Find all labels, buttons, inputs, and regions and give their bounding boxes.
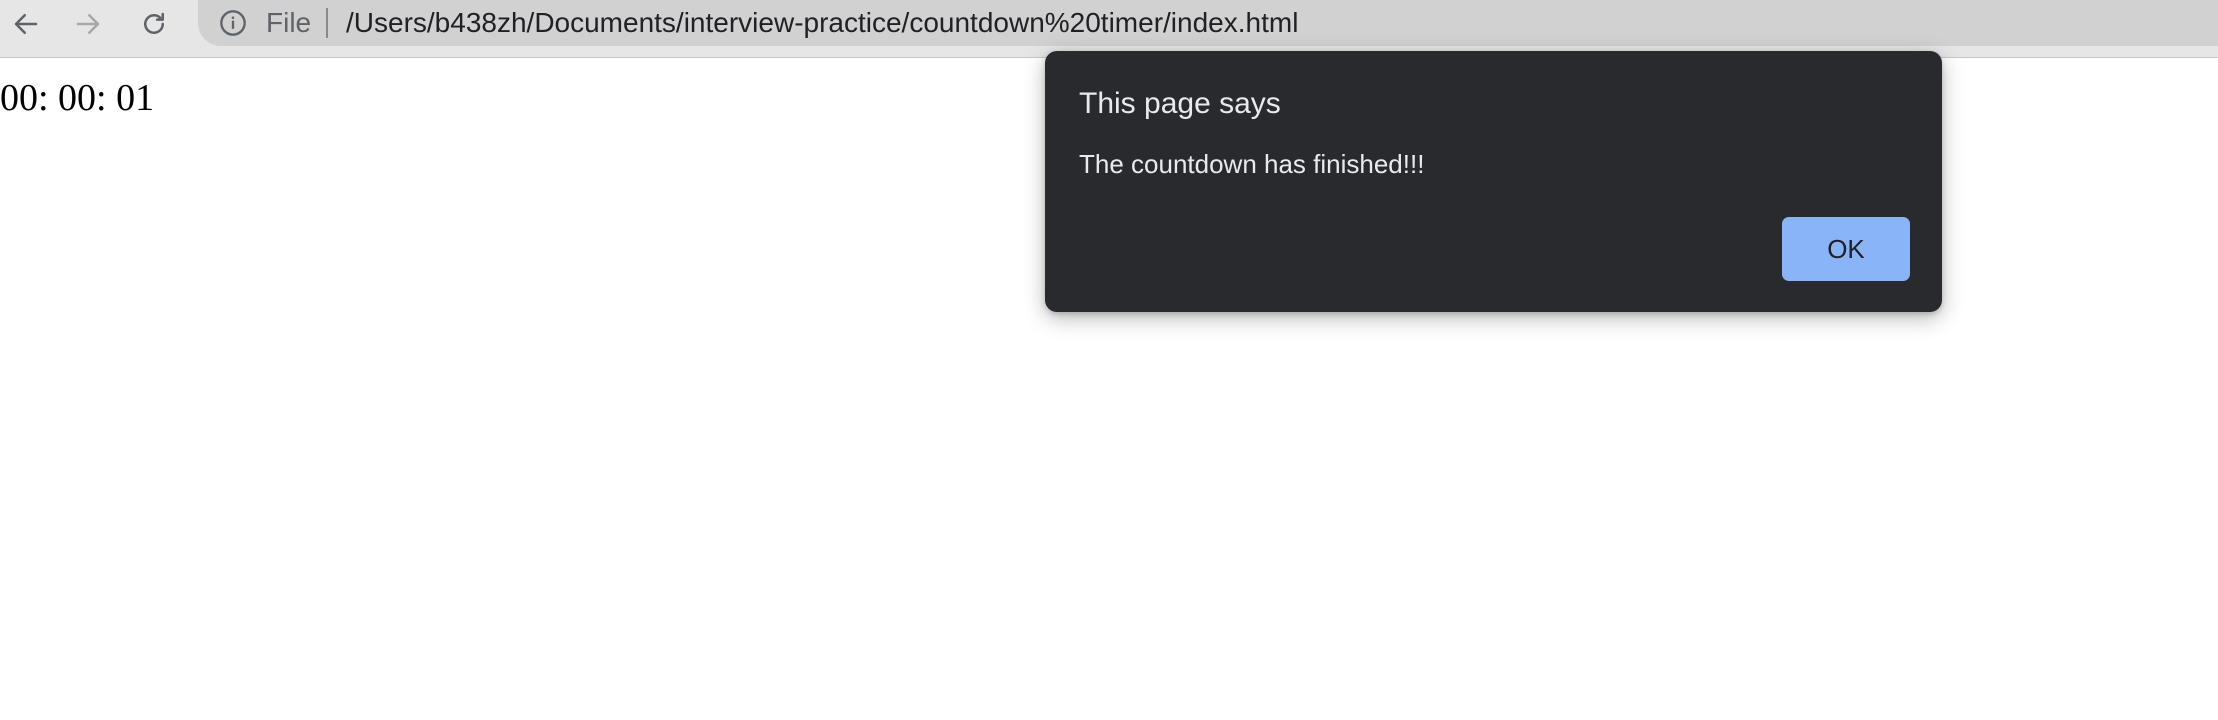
ok-button[interactable]: OK <box>1782 217 1910 281</box>
forward-button[interactable] <box>68 4 108 44</box>
reload-icon <box>144 12 164 34</box>
arrow-left-icon <box>14 14 38 34</box>
dialog-title: This page says <box>1079 87 1281 120</box>
url-text[interactable]: /Users/b438zh/Documents/interview-practi… <box>346 6 1298 40</box>
reload-button[interactable] <box>134 4 174 44</box>
alert-dialog: This page says The countdown has finishe… <box>1045 51 1942 312</box>
address-bar[interactable]: File /Users/b438zh/Documents/interview-p… <box>198 0 2218 46</box>
browser-toolbar: File /Users/b438zh/Documents/interview-p… <box>0 0 2218 58</box>
omnibox-divider <box>326 8 328 38</box>
back-button[interactable] <box>6 4 46 44</box>
info-icon[interactable] <box>219 9 247 37</box>
scheme-label: File <box>266 7 312 38</box>
arrow-right-icon <box>76 14 100 34</box>
dialog-message: The countdown has finished!!! <box>1079 149 1425 179</box>
countdown-timer-display: 00: 00: 01 <box>0 77 155 119</box>
